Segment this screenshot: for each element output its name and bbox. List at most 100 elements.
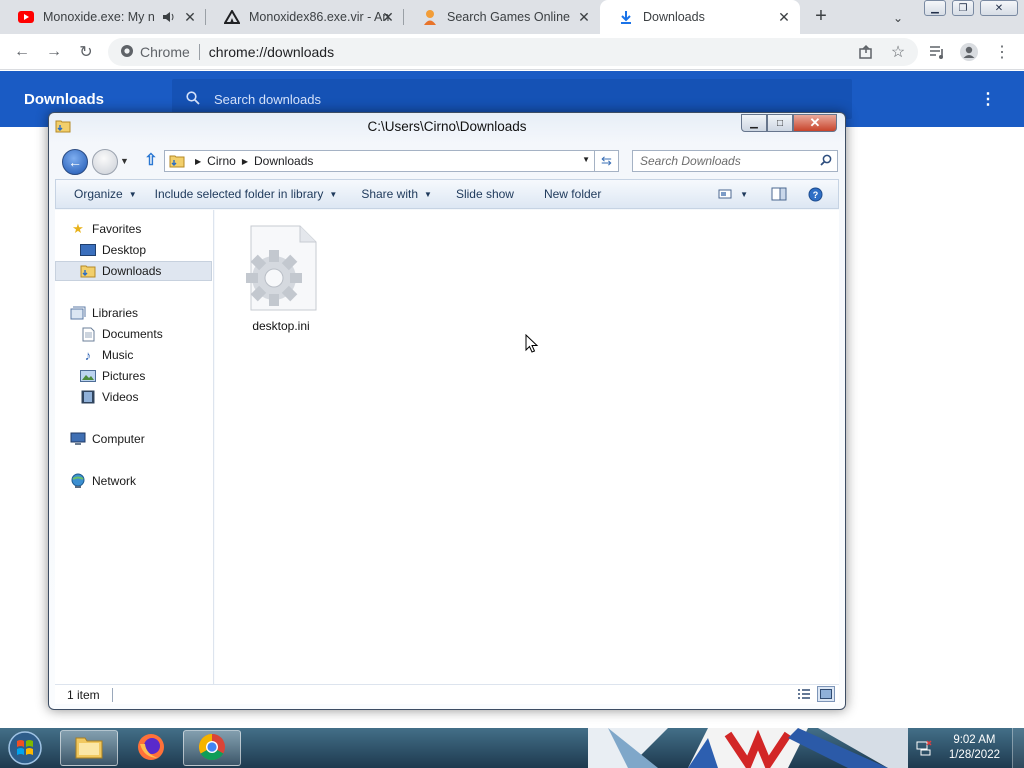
close-icon[interactable]: ✕	[776, 9, 792, 25]
up-arrow-icon[interactable]: ⇧	[142, 152, 160, 170]
show-desktop-button[interactable]	[1012, 728, 1024, 768]
close-icon[interactable]: ✕	[380, 9, 396, 25]
minimize-button[interactable]: ▁	[924, 0, 946, 16]
downloads-folder-icon	[80, 263, 96, 279]
nav-item-pictures[interactable]: Pictures	[55, 366, 212, 386]
chevron-right-icon[interactable]: ▶	[195, 157, 201, 166]
list-item[interactable]: desktop.ini	[233, 222, 329, 333]
minimize-button[interactable]: ▁	[741, 114, 767, 132]
clock-date: 1/28/2022	[948, 749, 1000, 761]
person-icon	[422, 9, 438, 25]
breadcrumb-item[interactable]: Downloads	[254, 154, 313, 168]
breadcrumb-item[interactable]: Cirno	[207, 154, 236, 168]
share-icon[interactable]	[856, 42, 876, 62]
kebab-menu-icon[interactable]: ⋮	[992, 42, 1012, 62]
slide-show-button[interactable]: Slide show	[456, 187, 514, 201]
forward-button[interactable]	[92, 149, 118, 175]
site-label: Chrome	[140, 44, 190, 60]
chevron-down-icon[interactable]: ⌄	[888, 8, 908, 28]
caret-down-icon: ▼	[128, 189, 137, 199]
new-folder-button[interactable]: New folder	[544, 187, 601, 201]
share-with-button[interactable]: Share with ▼	[361, 187, 432, 201]
organize-button[interactable]: Organize ▼	[74, 187, 137, 201]
taskbar-explorer-button[interactable]	[60, 730, 118, 766]
close-icon[interactable]: ✕	[576, 9, 592, 25]
taskbar-clock[interactable]: 9:02 AM 1/28/2022	[949, 733, 1000, 763]
refresh-button[interactable]: ⇆	[595, 150, 619, 172]
address-bar[interactable]: Chrome chrome://downloads	[108, 38, 918, 66]
preview-pane-icon[interactable]	[770, 186, 788, 202]
close-button[interactable]: ✕	[793, 114, 837, 132]
explorer-nav-row: ← ▼ ⇧ ▶ Cirno ▶ Downloads ▼ ⇆ Search Dow…	[49, 147, 845, 175]
search-input[interactable]: Search Downloads	[632, 150, 838, 172]
start-button[interactable]	[6, 730, 44, 766]
desktop-icon	[80, 242, 96, 258]
page-title: Downloads	[24, 91, 105, 108]
change-view-icon[interactable]	[716, 186, 734, 202]
forward-arrow-icon[interactable]: →	[44, 42, 64, 62]
back-arrow-icon[interactable]: ←	[12, 42, 32, 62]
taskbar: 9:02 AM 1/28/2022	[0, 728, 1024, 768]
nav-item-music[interactable]: ♪ Music	[55, 345, 212, 365]
nav-item-downloads[interactable]: Downloads	[55, 261, 212, 281]
large-icons-view-icon[interactable]	[817, 686, 835, 702]
command-label: Slide show	[455, 187, 514, 201]
nav-item-computer[interactable]: Computer	[55, 429, 212, 449]
tab-search-games[interactable]: Search Games Online ✕	[404, 0, 600, 34]
picture-icon	[80, 368, 96, 384]
tab-downloads[interactable]: Downloads ✕	[600, 0, 800, 34]
taskbar-firefox-button[interactable]	[122, 730, 180, 766]
library-icon	[70, 305, 86, 321]
close-button[interactable]: ✕	[980, 0, 1018, 16]
taskbar-chrome-button[interactable]	[183, 730, 241, 766]
back-button[interactable]: ←	[62, 149, 88, 175]
restore-button[interactable]: ❐	[952, 0, 974, 16]
profile-avatar-icon[interactable]	[959, 42, 979, 62]
nav-item-libraries[interactable]: Libraries	[55, 303, 212, 323]
view-toggle	[791, 686, 835, 702]
include-in-library-button[interactable]: Include selected folder in library ▼	[155, 187, 338, 201]
status-divider	[111, 687, 113, 702]
omnibox-divider	[198, 44, 200, 60]
clock-time: 9:02 AM	[953, 734, 996, 746]
url-text: chrome://downloads	[208, 44, 335, 60]
document-icon	[80, 326, 96, 342]
view-controls: ▼ ?	[704, 186, 824, 202]
help-icon[interactable]: ?	[806, 186, 824, 202]
breadcrumb[interactable]: ▶ Cirno ▶ Downloads ▼	[164, 150, 595, 172]
tab-youtube[interactable]: Monoxide.exe: My ne ✕	[0, 0, 206, 34]
command-label: New folder	[543, 187, 602, 201]
nav-item-documents[interactable]: Documents	[55, 324, 212, 344]
wallpaper-art	[588, 728, 908, 768]
media-queue-icon[interactable]	[927, 42, 947, 62]
command-label: Include selected folder in library	[154, 187, 324, 201]
nav-label: Music	[102, 348, 134, 362]
nav-item-desktop[interactable]: Desktop	[55, 240, 212, 260]
caret-down-icon[interactable]: ▼	[740, 190, 748, 199]
kebab-menu-icon[interactable]: ⋮	[980, 89, 996, 109]
nav-label: Network	[92, 474, 137, 488]
chevron-down-icon[interactable]: ▼	[120, 156, 129, 166]
close-icon[interactable]: ✕	[182, 9, 198, 25]
network-icon	[70, 473, 86, 489]
chevron-down-icon[interactable]: ▼	[582, 155, 590, 164]
reload-icon[interactable]: ↻	[76, 42, 96, 62]
command-label: Share with	[361, 187, 419, 201]
speaker-icon[interactable]	[162, 9, 176, 25]
explorer-window-controls: ▁ □ ✕	[741, 114, 837, 132]
tab-anyrun[interactable]: Monoxidex86.exe.vir - An ✕	[206, 0, 404, 34]
caret-down-icon: ▼	[424, 189, 432, 199]
nav-item-network[interactable]: Network	[55, 471, 212, 491]
search-icon	[186, 90, 200, 108]
star-icon[interactable]: ☆	[888, 42, 908, 62]
nav-label: Pictures	[102, 369, 146, 383]
network-status-icon[interactable]	[916, 740, 932, 756]
nav-item-favorites[interactable]: ★ Favorites	[55, 219, 212, 239]
file-name: desktop.ini	[252, 319, 310, 333]
nav-item-videos[interactable]: Videos	[55, 387, 212, 407]
details-view-icon[interactable]	[795, 686, 813, 702]
new-tab-button[interactable]: +	[808, 4, 834, 30]
anyrun-icon	[224, 9, 240, 25]
chevron-right-icon[interactable]: ▶	[242, 157, 248, 166]
maximize-button[interactable]: □	[767, 114, 793, 132]
